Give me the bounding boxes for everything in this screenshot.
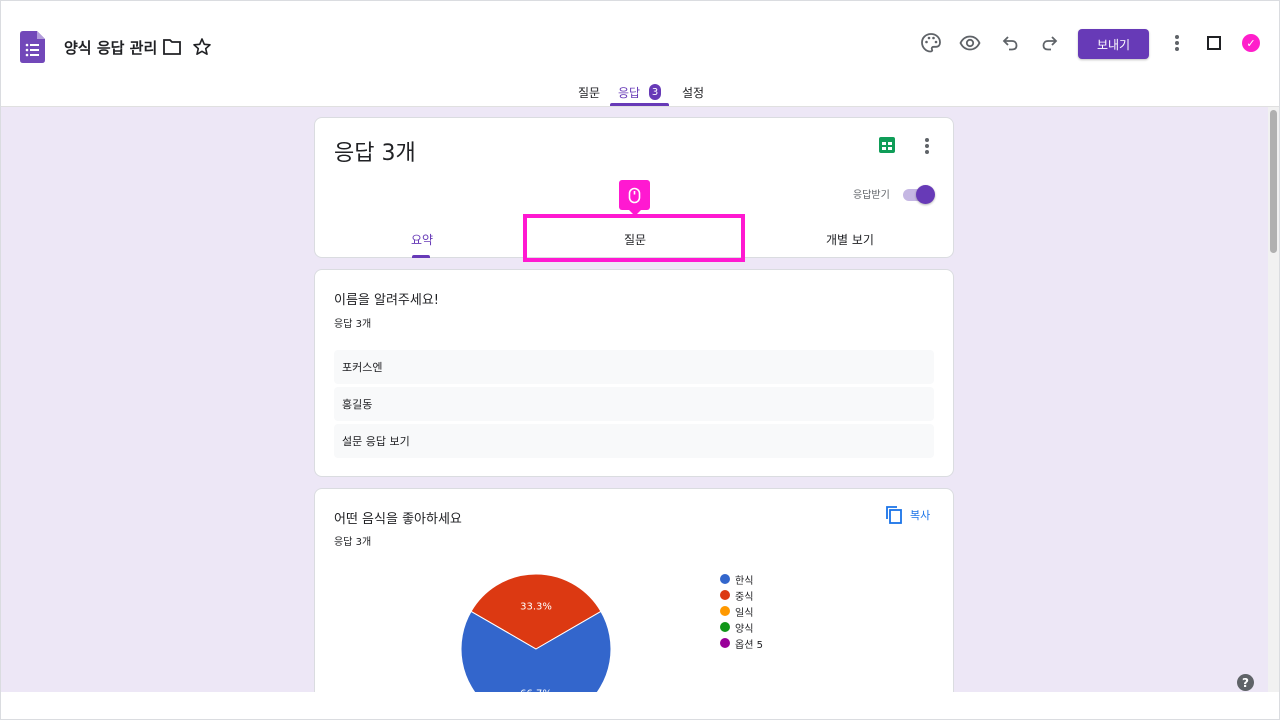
legend-item: 옵션 5 [720, 635, 763, 651]
answer-row: 포커스엔 [334, 350, 934, 384]
subtab-summary[interactable]: 요약 [411, 231, 433, 248]
legend-item: 한식 [720, 571, 763, 587]
legend-label: 양식 [735, 623, 754, 635]
forms-app-icon[interactable] [20, 31, 45, 63]
checkmark-icon: ✓ [1242, 34, 1260, 52]
answer-row: 설문 응답 보기 [334, 424, 934, 458]
scrollbar-thumb[interactable] [1270, 110, 1277, 253]
tab-responses[interactable]: 응답 [618, 84, 640, 101]
question-card-name: 이름을 알려주세요! 응답 3개 포커스엔 홍길동 설문 응답 보기 [314, 269, 954, 477]
toggle-knob[interactable] [916, 185, 935, 204]
mouse-click-icon [619, 180, 650, 216]
legend-swatch [720, 638, 730, 648]
responses-count-badge: 3 [649, 84, 661, 100]
legend-label: 옵션 5 [735, 639, 763, 651]
legend-item: 중식 [720, 587, 763, 603]
undo-icon[interactable] [998, 31, 1022, 55]
fullscreen-icon[interactable] [1202, 31, 1226, 55]
app-header: 양식 응답 관리 보내기 ✓ 질문 응답 3 설정 [0, 0, 1280, 107]
folder-icon[interactable] [162, 38, 182, 56]
legend-label: 한식 [735, 575, 754, 587]
bottom-bar [0, 692, 1280, 720]
subtab-individual[interactable]: 개별 보기 [826, 231, 874, 248]
sheets-icon[interactable] [879, 137, 895, 153]
document-title[interactable]: 양식 응답 관리 [64, 37, 157, 58]
legend-item: 양식 [720, 619, 763, 635]
pie-slice-label: 33.3% [520, 602, 552, 613]
more-options-icon[interactable] [1165, 31, 1189, 55]
tab-questions[interactable]: 질문 [578, 84, 600, 101]
more-options-icon[interactable] [925, 138, 929, 154]
tab-settings[interactable]: 설정 [682, 84, 704, 101]
star-icon[interactable] [192, 37, 212, 57]
pie-chart: 33.3%66.7% [460, 573, 612, 692]
copy-icon[interactable] [885, 505, 903, 525]
click-highlight-box [523, 214, 745, 262]
active-subtab-indicator [412, 255, 430, 258]
question-card-food: 어떤 음식을 좋아하세요 응답 3개 복사 33.3%66.7% 한식중식일식양… [314, 488, 954, 692]
palette-icon[interactable] [919, 31, 943, 55]
copy-chart-button[interactable]: 복사 [910, 507, 930, 523]
accept-responses-label: 응답받기 [853, 190, 890, 201]
answer-row: 홍길동 [334, 387, 934, 421]
user-avatar[interactable]: ✓ [1238, 30, 1264, 56]
send-button[interactable]: 보내기 [1078, 29, 1149, 59]
question-title: 어떤 음식을 좋아하세요 [334, 512, 462, 527]
legend-label: 중식 [735, 591, 754, 603]
preview-eye-icon[interactable] [958, 31, 982, 55]
question-title: 이름을 알려주세요! [334, 293, 440, 308]
legend-item: 일식 [720, 603, 763, 619]
legend-swatch [720, 622, 730, 632]
help-icon[interactable]: ? [1237, 674, 1254, 691]
legend-swatch [720, 606, 730, 616]
legend-swatch [720, 590, 730, 600]
redo-icon[interactable] [1038, 31, 1062, 55]
responses-title: 응답 3개 [334, 141, 416, 166]
chart-legend: 한식중식일식양식옵션 5 [720, 571, 763, 651]
legend-swatch [720, 574, 730, 584]
response-count: 응답 3개 [334, 537, 372, 548]
legend-label: 일식 [735, 607, 754, 619]
active-tab-indicator [610, 103, 669, 106]
response-count: 응답 3개 [334, 319, 372, 330]
